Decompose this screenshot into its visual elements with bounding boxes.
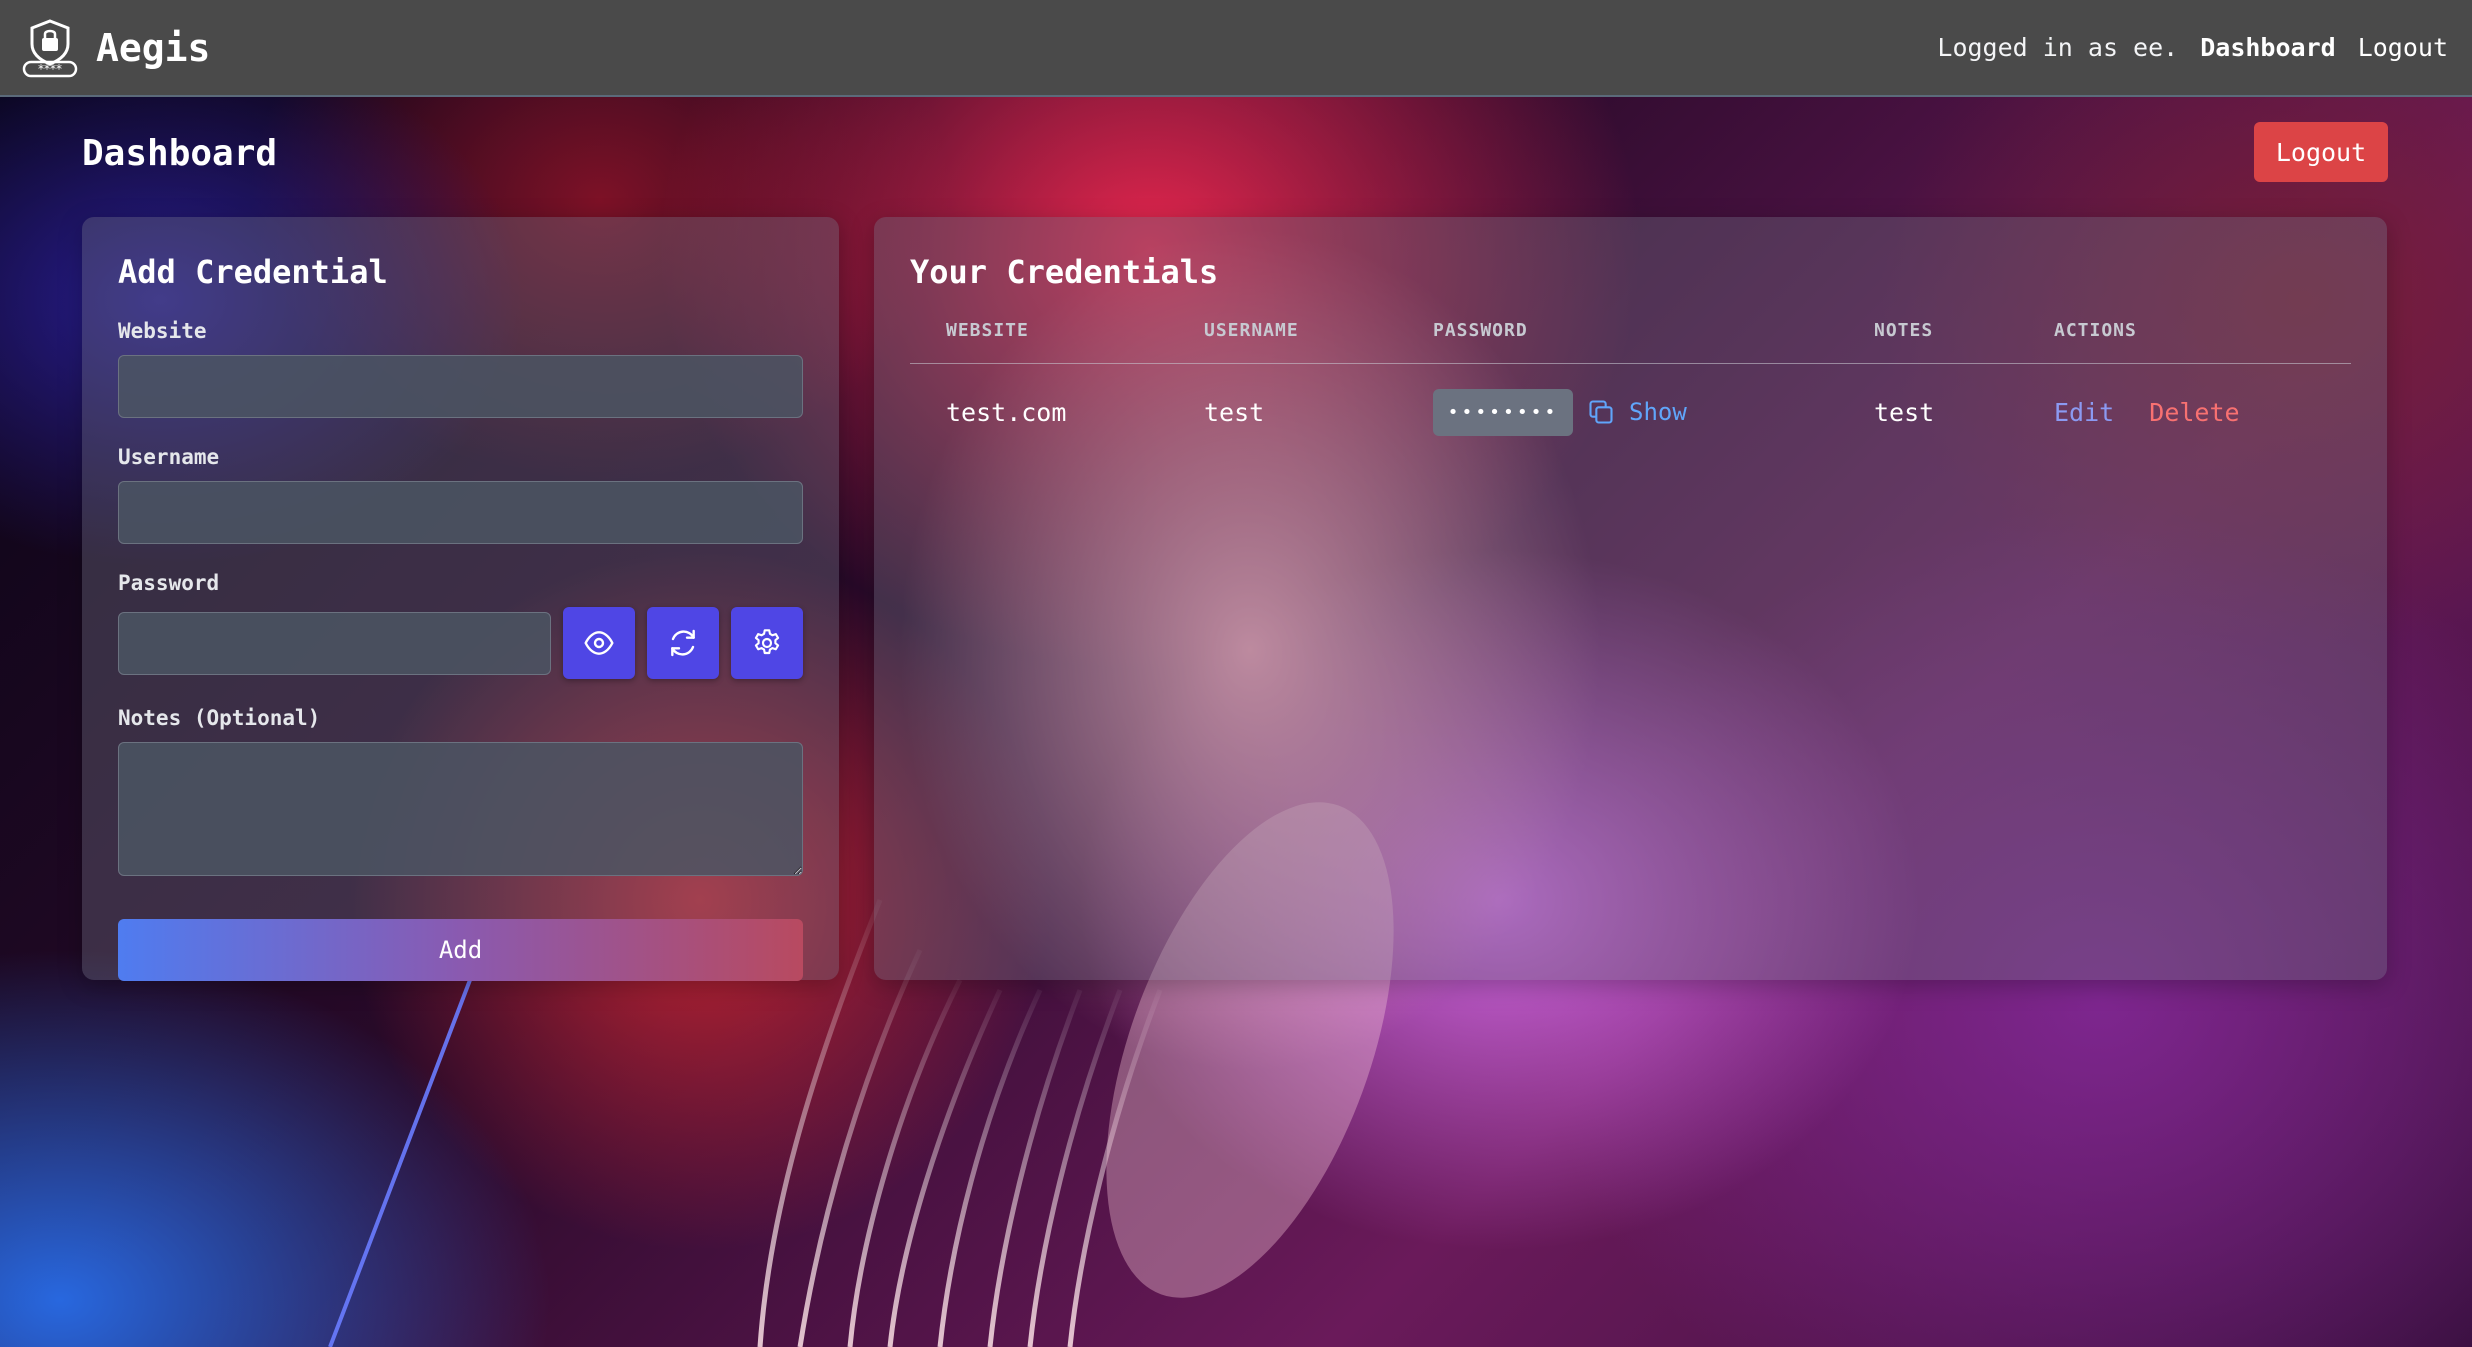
logout-button[interactable]: Logout bbox=[2254, 122, 2388, 182]
generate-password-button[interactable] bbox=[647, 607, 719, 679]
svg-text:****: **** bbox=[38, 62, 62, 76]
cell-password: •••••••• Show bbox=[1397, 363, 1838, 461]
shield-lock-icon: **** bbox=[22, 18, 78, 77]
dashboard-page: Dashboard Logout Add Credential Website … bbox=[0, 97, 2472, 1347]
copy-icon[interactable] bbox=[1587, 398, 1615, 426]
notes-group: Notes (Optional) bbox=[118, 706, 803, 880]
add-credential-button[interactable]: Add bbox=[118, 919, 803, 981]
password-group: Password bbox=[118, 571, 803, 679]
delete-credential-link[interactable]: Delete bbox=[2149, 398, 2239, 427]
password-input[interactable] bbox=[118, 611, 551, 675]
cell-website: test.com bbox=[946, 397, 1067, 427]
credentials-card: Your Credentials WEBSITE USERNAME PASSWO… bbox=[874, 217, 2387, 980]
cell-actions: Edit Delete bbox=[2018, 363, 2351, 461]
username-group: Username bbox=[118, 445, 803, 544]
password-cell: •••••••• Show bbox=[1433, 388, 1802, 436]
refresh-icon bbox=[671, 629, 695, 657]
eye-icon bbox=[584, 631, 614, 655]
table-header-row: WEBSITE USERNAME PASSWORD NOTES ACTIONS bbox=[910, 319, 2351, 364]
nav-right: Logged in as ee. Dashboard Logout bbox=[1937, 33, 2448, 62]
brand[interactable]: **** Aegis bbox=[22, 18, 210, 78]
show-password-link[interactable]: Show bbox=[1629, 398, 1687, 426]
website-group: Website bbox=[118, 319, 803, 418]
username-input[interactable] bbox=[118, 481, 803, 544]
notes-label: Notes (Optional) bbox=[118, 706, 321, 730]
cell-username: test bbox=[1204, 397, 1265, 427]
column-header-actions: ACTIONS bbox=[2018, 319, 2351, 364]
nav-link-logout[interactable]: Logout bbox=[2358, 33, 2448, 62]
column-header-notes: NOTES bbox=[1838, 319, 2018, 364]
login-status: Logged in as ee. bbox=[1937, 33, 2179, 62]
brand-name: Aegis bbox=[96, 25, 211, 70]
column-header-username: USERNAME bbox=[1168, 319, 1397, 364]
gear-icon bbox=[754, 629, 780, 655]
add-credential-title: Add Credential bbox=[118, 253, 388, 291]
table-row: test.com test •••••••• Show test Edit De… bbox=[910, 363, 2351, 461]
cell-notes: test bbox=[1874, 397, 1935, 427]
column-header-website: WEBSITE bbox=[910, 319, 1168, 364]
top-navbar: **** Aegis Logged in as ee. Dashboard Lo… bbox=[0, 0, 2472, 97]
password-label: Password bbox=[118, 571, 220, 595]
website-input[interactable] bbox=[118, 355, 803, 418]
page-title: Dashboard bbox=[82, 133, 278, 174]
edit-credential-link[interactable]: Edit bbox=[2054, 398, 2114, 427]
notes-textarea[interactable] bbox=[118, 742, 803, 876]
password-row bbox=[118, 607, 803, 679]
nav-link-dashboard[interactable]: Dashboard bbox=[2200, 33, 2335, 62]
toggle-password-visibility-button[interactable] bbox=[563, 607, 635, 679]
column-header-password: PASSWORD bbox=[1397, 319, 1838, 364]
credentials-table: WEBSITE USERNAME PASSWORD NOTES ACTIONS … bbox=[910, 319, 2351, 461]
website-label: Website bbox=[118, 319, 207, 343]
username-label: Username bbox=[118, 445, 220, 469]
add-credential-card: Add Credential Website Username Password bbox=[82, 217, 839, 981]
masked-password: •••••••• bbox=[1433, 388, 1573, 436]
password-settings-button[interactable] bbox=[731, 607, 803, 679]
credentials-title: Your Credentials bbox=[910, 253, 1219, 291]
